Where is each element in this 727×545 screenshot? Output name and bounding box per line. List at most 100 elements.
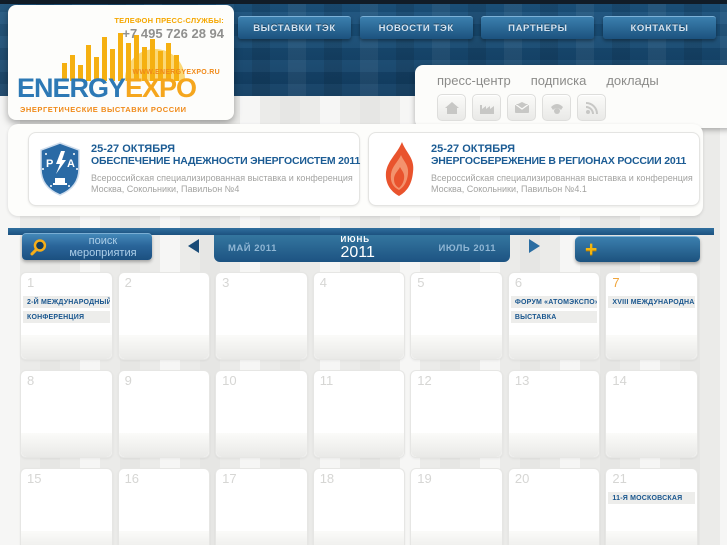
calendar-day-cell[interactable]: 20 bbox=[507, 468, 601, 545]
banner-location: Москва, Сокольники, Павильон №4.1 bbox=[431, 184, 587, 194]
calendar-day-cell[interactable]: 16 bbox=[117, 468, 211, 545]
logo-energy: ENERGY bbox=[17, 73, 126, 103]
calendar-day-cell[interactable]: 12 bbox=[410, 370, 503, 458]
calendar-day-cell[interactable]: 15 bbox=[20, 468, 113, 545]
phone-icon[interactable] bbox=[542, 94, 571, 121]
search-button-label: поиск мероприятия bbox=[69, 235, 137, 259]
calendar-event[interactable]: КОНФЕРЕНЦИЯ bbox=[23, 311, 110, 323]
banner-title: ЭНЕРГОСБЕРЕЖЕНИЕ В РЕГИОНАХ РОССИИ 2011 bbox=[431, 155, 687, 167]
calendar-day-cell[interactable]: 1 2-Й МЕЖДУНАРОДНЫЙ КОНФЕРЕНЦИЯ bbox=[20, 272, 113, 360]
next-month-label[interactable]: ИЮЛЬ 2011 bbox=[438, 243, 496, 254]
home-icon[interactable] bbox=[437, 94, 466, 121]
day-number: 13 bbox=[514, 373, 530, 388]
nav-contacts-button[interactable]: КОНТАКТЫ bbox=[602, 16, 716, 39]
calendar-day-cell[interactable]: 17 bbox=[215, 468, 308, 545]
mail-icon[interactable] bbox=[507, 94, 536, 121]
link-subscription[interactable]: подписка bbox=[531, 73, 587, 88]
current-month: ИЮНЬ 2011 bbox=[340, 236, 374, 261]
phone-label: ТЕЛЕФОН ПРЕСС-СЛУЖБЫ: bbox=[114, 16, 224, 25]
calendar-day-cell[interactable]: 5 bbox=[410, 272, 503, 360]
svg-text:Р: Р bbox=[46, 158, 53, 170]
banner-text: 25-27 ОКТЯБРЯ ОБЕСПЕЧЕНИЕ НАДЕЖНОСТИ ЭНЕ… bbox=[91, 143, 360, 195]
calendar-day-cell[interactable]: 7 XVIII МЕЖДУНАРОДНАЯ bbox=[605, 272, 698, 360]
banner-energosistem[interactable]: РА 25-27 ОКТЯБРЯ ОБЕСПЕЧЕНИЕ НАДЕЖНОСТИ … bbox=[28, 132, 360, 206]
prev-month-arrow[interactable] bbox=[188, 239, 199, 253]
day-number: 16 bbox=[124, 471, 140, 486]
banner-subtitle: Всероссийская специализированная выставк… bbox=[431, 173, 693, 183]
day-cell-footer bbox=[21, 531, 112, 545]
calendar-day-cell[interactable]: 9 bbox=[117, 370, 211, 458]
nav-exhibitions-button[interactable]: ВЫСТАВКИ ТЭК bbox=[238, 16, 351, 39]
calendar-day-cell[interactable]: 6 ФОРУМ «АТОМЭКСПО» – ВЫСТАВКА bbox=[507, 272, 601, 360]
calendar-day-cell[interactable]: 18 bbox=[312, 468, 406, 545]
day-number: 14 bbox=[612, 373, 627, 388]
day-number: 11 bbox=[319, 373, 334, 388]
calendar-grid: 1 2-Й МЕЖДУНАРОДНЫЙ КОНФЕРЕНЦИЯ 2 3 4 5 6 ФОРУМ … bbox=[20, 272, 698, 545]
factory-icon[interactable] bbox=[472, 94, 501, 121]
calendar-event[interactable]: 2-Й МЕЖДУНАРОДНЫЙ bbox=[23, 296, 110, 308]
calendar-day-cell[interactable]: 13 bbox=[507, 370, 601, 458]
calendar-day-cell[interactable]: 21 11-Я МОСКОВСКАЯ bbox=[605, 468, 698, 545]
banner-dates: 25-27 ОКТЯБРЯ bbox=[91, 143, 176, 155]
plus-icon: + bbox=[585, 237, 598, 261]
flame-icon bbox=[369, 141, 431, 197]
day-cell-footer bbox=[21, 335, 112, 359]
day-number: 7 bbox=[612, 275, 620, 290]
day-number: 8 bbox=[27, 373, 35, 388]
next-month-arrow[interactable] bbox=[529, 239, 540, 253]
banner-energosberezhenie[interactable]: 25-27 ОКТЯБРЯ ЭНЕРГОСБЕРЕЖЕНИЕ В РЕГИОНА… bbox=[368, 132, 700, 206]
day-cell-footer bbox=[606, 335, 697, 359]
day-cell-footer bbox=[118, 335, 210, 359]
logo-expo: EXPO bbox=[125, 73, 197, 103]
day-cell-footer bbox=[411, 433, 502, 457]
calendar-day-cell[interactable]: 19 bbox=[410, 468, 503, 545]
day-number: 19 bbox=[417, 471, 432, 486]
current-month-name: ИЮНЬ bbox=[340, 235, 370, 244]
day-events: 11-Я МОСКОВСКАЯ bbox=[606, 492, 697, 504]
day-cell-footer bbox=[606, 531, 697, 545]
link-reports[interactable]: доклады bbox=[606, 73, 658, 88]
logo-card[interactable]: ТЕЛЕФОН ПРЕСС-СЛУЖБЫ: +7 495 726 28 94 W… bbox=[8, 5, 234, 120]
link-press-center[interactable]: пресс-центр bbox=[437, 73, 511, 88]
day-events: 2-Й МЕЖДУНАРОДНЫЙ КОНФЕРЕНЦИЯ bbox=[21, 296, 112, 323]
day-cell-footer bbox=[411, 335, 502, 359]
day-number: 3 bbox=[222, 275, 230, 290]
day-number: 20 bbox=[514, 471, 530, 486]
day-number: 10 bbox=[222, 373, 237, 388]
press-links: пресс-центр подписка доклады bbox=[415, 65, 727, 88]
day-cell-footer bbox=[313, 531, 405, 545]
calendar-event[interactable]: XVIII МЕЖДУНАРОДНАЯ bbox=[608, 296, 695, 308]
nav-news-button[interactable]: НОВОСТИ ТЭК bbox=[359, 16, 473, 39]
day-number: 21 bbox=[612, 471, 627, 486]
day-number: 17 bbox=[222, 471, 237, 486]
banner-dates: 25-27 ОКТЯБРЯ bbox=[431, 143, 516, 155]
press-icons bbox=[415, 88, 727, 121]
prev-month-label[interactable]: МАЙ 2011 bbox=[228, 243, 277, 254]
rss-icon[interactable] bbox=[577, 94, 606, 121]
calendar-day-cell[interactable]: 8 bbox=[20, 370, 113, 458]
calendar-event[interactable]: 11-Я МОСКОВСКАЯ bbox=[608, 492, 695, 504]
calendar-day-cell[interactable]: 14 bbox=[605, 370, 698, 458]
nav-partners-button[interactable]: ПАРТНЕРЫ bbox=[481, 16, 595, 39]
day-number: 18 bbox=[319, 471, 335, 486]
calendar-day-cell[interactable]: 11 bbox=[312, 370, 406, 458]
add-event-button[interactable]: + bbox=[575, 236, 700, 262]
page: ТЕЛЕФОН ПРЕСС-СЛУЖБЫ: +7 495 726 28 94 W… bbox=[0, 0, 727, 545]
calendar-day-cell[interactable]: 3 bbox=[215, 272, 308, 360]
day-events: ФОРУМ «АТОМЭКСПО» – ВЫСТАВКА bbox=[509, 296, 600, 323]
day-cell-footer bbox=[216, 335, 307, 359]
day-number: 6 bbox=[514, 275, 523, 290]
calendar-day-cell[interactable]: 2 bbox=[117, 272, 211, 360]
day-number: 1 bbox=[27, 275, 35, 290]
calendar-event[interactable]: ВЫСТАВКА bbox=[510, 311, 598, 323]
day-number: 4 bbox=[319, 275, 327, 290]
logo-wordmark: ENERGYEXPO bbox=[17, 73, 197, 103]
calendar-day-cell[interactable]: 10 bbox=[215, 370, 308, 458]
calendar-event[interactable]: ФОРУМ «АТОМЭКСПО» – bbox=[510, 296, 598, 308]
search-events-button[interactable]: поиск мероприятия bbox=[22, 233, 152, 260]
day-cell-footer bbox=[118, 433, 210, 457]
press-card: пресс-центр подписка доклады bbox=[415, 65, 727, 128]
calendar-day-cell[interactable]: 4 bbox=[312, 272, 406, 360]
day-cell-footer bbox=[411, 531, 502, 545]
day-cell-footer bbox=[21, 433, 112, 457]
